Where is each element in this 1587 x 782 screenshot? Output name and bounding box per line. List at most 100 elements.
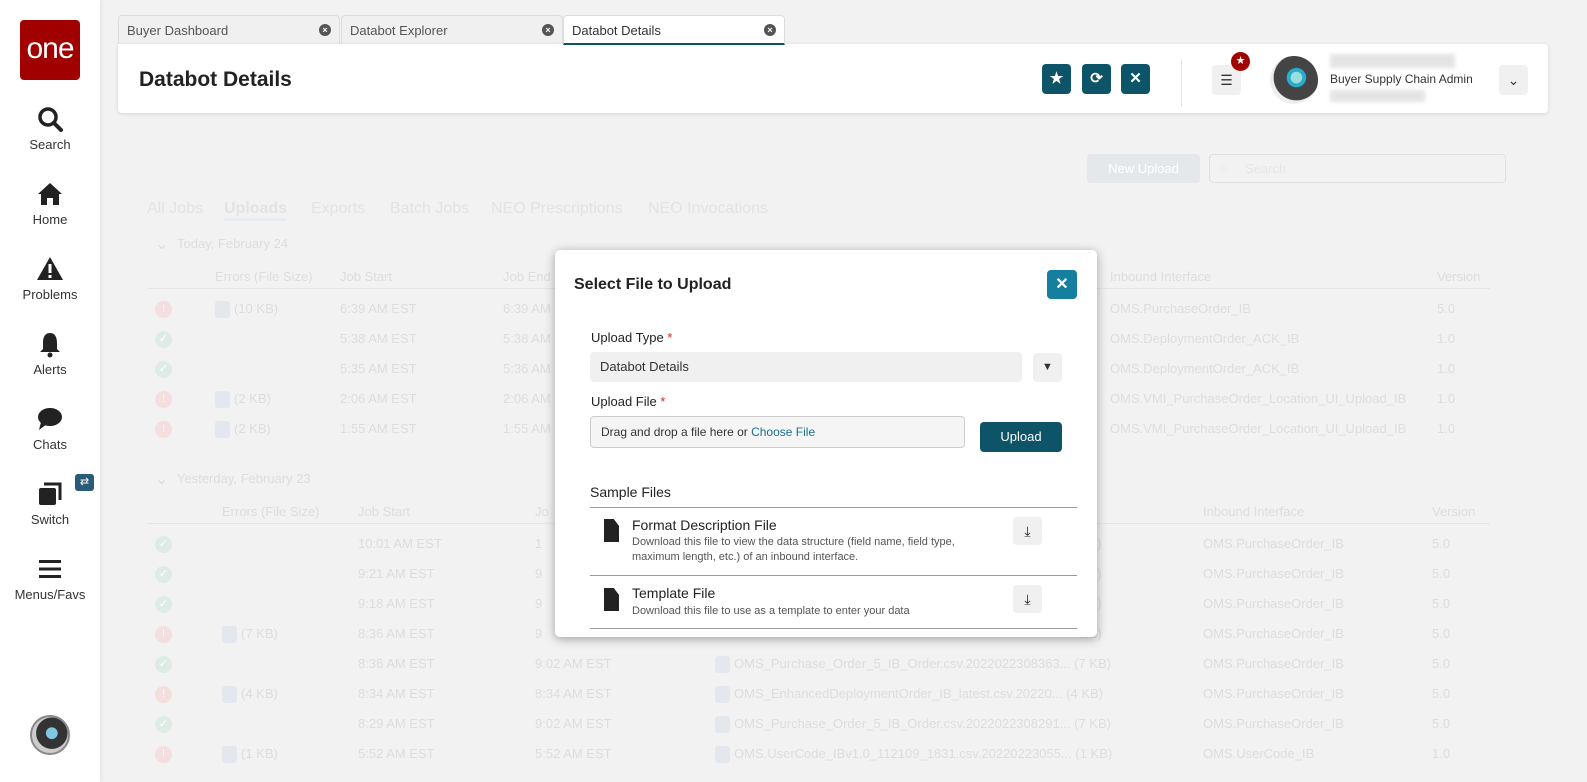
download-icon: ⤓	[1024, 523, 1031, 539]
upload-file-link[interactable]: OMS.UserCode_IBv1.0_112109_1831.csv.2022…	[715, 746, 1112, 764]
chevron-down-icon[interactable]: ⌄	[155, 469, 168, 489]
star-icon: ★	[1049, 70, 1064, 87]
chevron-down-icon[interactable]: ⌄	[155, 234, 168, 254]
job-tab[interactable]: NEO Invocations	[648, 200, 768, 218]
inbound-interface: OMS.DeploymentOrder_ACK_IB	[1110, 361, 1300, 376]
sidebar-item-search[interactable]: Search	[0, 105, 100, 152]
column-header: Version	[1437, 269, 1481, 284]
download-format-description-button[interactable]: ⤓	[1013, 517, 1042, 545]
success-status-icon: ✓	[155, 536, 172, 553]
job-start: 9:18 AM EST	[358, 596, 435, 611]
favorites-badge: ★	[1231, 52, 1250, 71]
job-start: 2:06 AM EST	[340, 391, 417, 406]
switch-icon	[39, 482, 62, 505]
close-icon: ✕	[1129, 70, 1142, 87]
job-start: 10:01 AM EST	[358, 536, 442, 551]
version: 5.0	[1432, 716, 1451, 731]
job-start: 5:38 AM EST	[340, 331, 417, 346]
inbound-interface: OMS.PurchaseOrder_IB	[1110, 301, 1251, 316]
file-name: OMS_Purchase_Order_5_IB_Order.csv.202202…	[734, 656, 1111, 671]
job-start: 1:55 AM EST	[340, 421, 417, 436]
error-status-icon: !	[155, 686, 172, 703]
sidebar-item-menus-favs[interactable]: Menus/Favs	[0, 555, 100, 602]
close-tab-icon[interactable]: ×	[764, 24, 776, 36]
job-end: 6:39 AM	[503, 301, 551, 316]
new-upload-button[interactable]: New Upload	[1087, 154, 1200, 183]
tab-databot-details[interactable]: Databot Details ×	[563, 15, 785, 45]
avatar[interactable]	[1270, 56, 1318, 104]
tab-databot-explorer[interactable]: Databot Explorer ×	[341, 15, 563, 45]
user-avatar-small[interactable]	[30, 715, 70, 755]
search-icon	[38, 107, 63, 132]
error-file-download[interactable]: (2 KB)	[215, 421, 271, 439]
divider	[590, 575, 1077, 576]
sidebar-item-chats[interactable]: Chats	[0, 405, 100, 452]
label-text: Upload File	[591, 394, 657, 409]
switch-badge: ⇄	[75, 474, 94, 491]
search-input[interactable]: ⌕ Search	[1209, 154, 1506, 183]
file-drop-zone[interactable]: Drag and drop a file here or Choose File	[590, 416, 965, 448]
refresh-button[interactable]: ⟳	[1082, 64, 1111, 94]
favorite-button[interactable]: ★	[1042, 64, 1071, 94]
job-tab[interactable]: Uploads	[224, 200, 288, 221]
inbound-interface: OMS.PurchaseOrder_IB	[1203, 596, 1344, 611]
sidebar-item-label: Home	[32, 212, 68, 227]
error-file-download[interactable]: (1 KB)	[222, 746, 278, 764]
close-tab-icon[interactable]: ×	[542, 24, 554, 36]
download-template-button[interactable]: ⤓	[1013, 585, 1042, 613]
job-end: 9:02 AM EST	[535, 656, 612, 671]
job-tab[interactable]: Batch Jobs	[390, 200, 469, 218]
job-tab[interactable]: NEO Prescriptions	[491, 200, 623, 218]
error-status-icon: !	[155, 391, 172, 408]
upload-type-dropdown-button[interactable]: ▼	[1033, 353, 1062, 382]
divider	[1181, 59, 1182, 107]
tab-label: Databot Explorer	[350, 23, 448, 38]
user-menu-button[interactable]: ⌄	[1499, 65, 1528, 95]
job-end: 5:36 AM	[503, 361, 551, 376]
job-tab[interactable]: All Jobs	[147, 200, 203, 218]
logo[interactable]: one	[20, 20, 80, 80]
upload-file-link[interactable]: OMS_Purchase_Order_5_IB_Order.csv.202202…	[715, 656, 1111, 674]
version: 5.0	[1432, 596, 1451, 611]
error-file-download[interactable]: (2 KB)	[215, 391, 271, 409]
job-end: 5:52 AM EST	[535, 746, 612, 761]
inbound-interface: OMS.PurchaseOrder_IB	[1203, 686, 1344, 701]
sidebar-item-switch[interactable]: ⇄ Switch	[0, 474, 100, 527]
choose-file-link[interactable]: Choose File	[751, 425, 815, 439]
error-file-download[interactable]: (4 KB)	[222, 686, 278, 704]
upload-file-link[interactable]: OMS_EnhancedDeploymentOrder_IB_latest.cs…	[715, 686, 1103, 704]
tab-buyer-dashboard[interactable]: Buyer Dashboard ×	[118, 15, 340, 45]
upload-file-label: Upload File *	[591, 394, 665, 409]
close-page-button[interactable]: ✕	[1121, 64, 1150, 94]
required-mark: *	[660, 394, 666, 409]
error-size: (7 KB)	[241, 626, 278, 641]
job-end: 8:34 AM EST	[535, 686, 612, 701]
job-tab[interactable]: Exports	[311, 200, 365, 218]
error-status-icon: !	[155, 301, 172, 318]
column-header: Job End	[503, 269, 551, 284]
version: 5.0	[1437, 301, 1456, 316]
job-start: 6:39 AM EST	[340, 301, 417, 316]
sidebar-item-problems[interactable]: Problems	[0, 255, 100, 302]
sidebar-item-label: Switch	[30, 512, 70, 527]
error-file-download[interactable]: (7 KB)	[222, 626, 278, 644]
sidebar-item-alerts[interactable]: Alerts	[0, 330, 100, 377]
error-size: (4 KB)	[241, 686, 278, 701]
chat-icon	[38, 408, 62, 430]
sidebar-item-home[interactable]: Home	[0, 180, 100, 227]
upload-button[interactable]: Upload	[980, 422, 1062, 452]
upload-type-select[interactable]: Databot Details	[590, 352, 1022, 382]
version: 5.0	[1432, 686, 1451, 701]
version: 1.0	[1437, 421, 1456, 436]
version: 5.0	[1432, 626, 1451, 641]
download-icon: ⤓	[1024, 591, 1031, 607]
modal-close-button[interactable]: ✕	[1047, 270, 1077, 299]
job-end: 5:38 AM	[503, 331, 551, 346]
close-tab-icon[interactable]: ×	[319, 24, 331, 36]
job-start: 8:36 AM EST	[358, 626, 435, 641]
upload-file-link[interactable]: OMS_Purchase_Order_5_IB_Order.csv.202202…	[715, 716, 1111, 734]
success-status-icon: ✓	[155, 361, 172, 378]
job-start: 8:34 AM EST	[358, 686, 435, 701]
error-file-download[interactable]: (10 KB)	[215, 301, 278, 319]
bell-icon	[40, 333, 60, 358]
